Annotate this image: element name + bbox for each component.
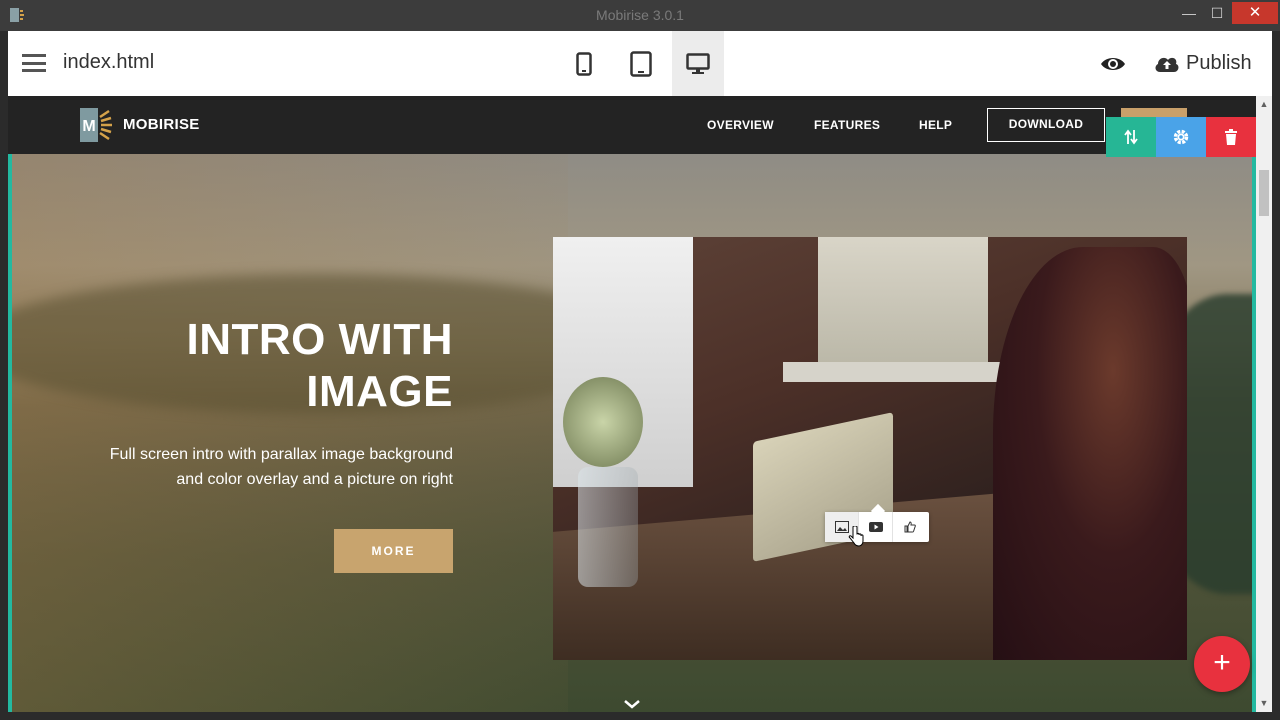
maximize-button[interactable]: ☐ [1204, 2, 1230, 24]
hero-title[interactable]: INTRO WITH IMAGE [48, 314, 453, 418]
mouse-pointer-icon [848, 526, 864, 547]
image-toolbar [825, 503, 929, 542]
preview-eye-icon[interactable] [1100, 51, 1126, 77]
mobile-view-button[interactable] [558, 31, 610, 96]
hero-title-line2: IMAGE [306, 367, 453, 416]
image-icon [834, 521, 849, 533]
hero-description-line1: Full screen intro with parallax image ba… [109, 446, 453, 463]
hero-overlay [8, 154, 568, 712]
photo-person [993, 247, 1187, 660]
publish-label: Publish [1186, 51, 1252, 74]
monitor-icon [686, 52, 710, 74]
vertical-scrollbar[interactable]: ▲ ▼ [1256, 96, 1272, 712]
like-button[interactable] [893, 512, 927, 542]
photo-vase [578, 467, 638, 587]
phone-icon [576, 51, 592, 76]
add-block-button[interactable]: + [1194, 636, 1250, 692]
tablet-view-button[interactable] [615, 31, 667, 96]
publish-button[interactable]: Publish [1154, 49, 1252, 77]
more-button[interactable]: MORE [334, 529, 453, 573]
photo-sill [783, 362, 1033, 382]
intro-hero-section[interactable]: INTRO WITH IMAGE Full screen intro with p… [8, 154, 1256, 712]
block-settings-button[interactable] [1156, 117, 1206, 157]
page-filename[interactable]: index.html [63, 51, 154, 74]
site-brand[interactable]: MOBIRISE [123, 116, 200, 133]
scrollbar-thumb[interactable] [1259, 170, 1269, 216]
photo-flowers [563, 377, 643, 467]
svg-text:M: M [82, 118, 95, 135]
delete-block-button[interactable] [1206, 117, 1256, 157]
site-navbar[interactable]: M MOBIRISE OVERVIEW FEATURES HELP DOWNLO… [8, 96, 1256, 154]
scroll-down-chevron-icon[interactable] [622, 698, 642, 710]
desktop-view-button[interactable] [672, 31, 724, 96]
nav-download-button[interactable]: DOWNLOAD [987, 108, 1105, 142]
video-icon [868, 522, 883, 532]
mobirise-logo: M [80, 108, 112, 142]
selection-border-left [8, 154, 12, 712]
hero-title-line1: INTRO WITH [186, 315, 453, 364]
minimize-button[interactable]: — [1176, 2, 1202, 24]
move-block-button[interactable] [1106, 117, 1156, 157]
sort-arrows-icon [1124, 129, 1138, 145]
menu-icon[interactable] [22, 54, 46, 72]
tablet-icon [630, 50, 652, 77]
photo-window [818, 237, 988, 372]
hero-description-line2: and color overlay and a picture on right [176, 471, 453, 488]
page-canvas: M MOBIRISE OVERVIEW FEATURES HELP DOWNLO… [8, 96, 1256, 712]
scroll-up-arrow-icon[interactable]: ▲ [1256, 99, 1272, 109]
hero-description[interactable]: Full screen intro with parallax image ba… [58, 442, 453, 492]
window-title-bar: Mobirise 3.0.1 — ☐ ✕ [0, 0, 1280, 31]
nav-overview[interactable]: OVERVIEW [707, 118, 774, 132]
gear-icon [1173, 129, 1189, 145]
trash-icon [1225, 129, 1237, 145]
close-button[interactable]: ✕ [1232, 2, 1278, 24]
nav-features[interactable]: FEATURES [814, 118, 880, 132]
cloud-upload-icon [1155, 57, 1179, 72]
nav-help[interactable]: HELP [919, 118, 952, 132]
hero-image[interactable] [553, 237, 1187, 660]
thumbs-up-icon [904, 521, 916, 533]
window-title: Mobirise 3.0.1 [596, 7, 684, 23]
block-tools [1106, 117, 1256, 157]
scroll-down-arrow-icon[interactable]: ▼ [1256, 698, 1272, 708]
editor-toolbar: index.html Publish [8, 31, 1272, 96]
